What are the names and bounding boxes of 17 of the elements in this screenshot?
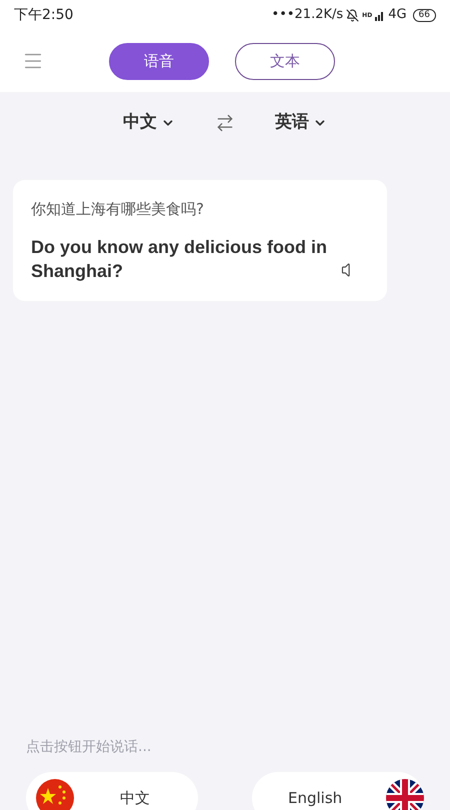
source-language-select[interactable]: 中文	[123, 110, 175, 136]
status-time: 下午2:50	[14, 6, 74, 24]
source-text: 你知道上海有哪些美食吗?	[31, 199, 205, 220]
mode-tab[interactable]: 文本	[235, 42, 335, 80]
speak-hint: 点击按钮开始说话...	[25, 738, 152, 757]
flag-icon	[36, 779, 74, 810]
swap-icon[interactable]	[215, 113, 235, 133]
speak-button[interactable]: English	[252, 772, 424, 810]
speak-button[interactable]: 中文	[26, 772, 198, 810]
battery-icon: 66	[412, 8, 436, 22]
network-speed: •••21.2K/s	[272, 6, 344, 24]
target-language-select[interactable]: 英语	[275, 110, 327, 136]
mode-tab[interactable]: 语音	[109, 42, 209, 80]
network-type: 4G	[388, 6, 407, 24]
bell-off-icon	[346, 8, 360, 22]
translated-text: Do you know any delicious food in Shanghai?	[31, 236, 328, 282]
signal-icon	[375, 10, 386, 20]
